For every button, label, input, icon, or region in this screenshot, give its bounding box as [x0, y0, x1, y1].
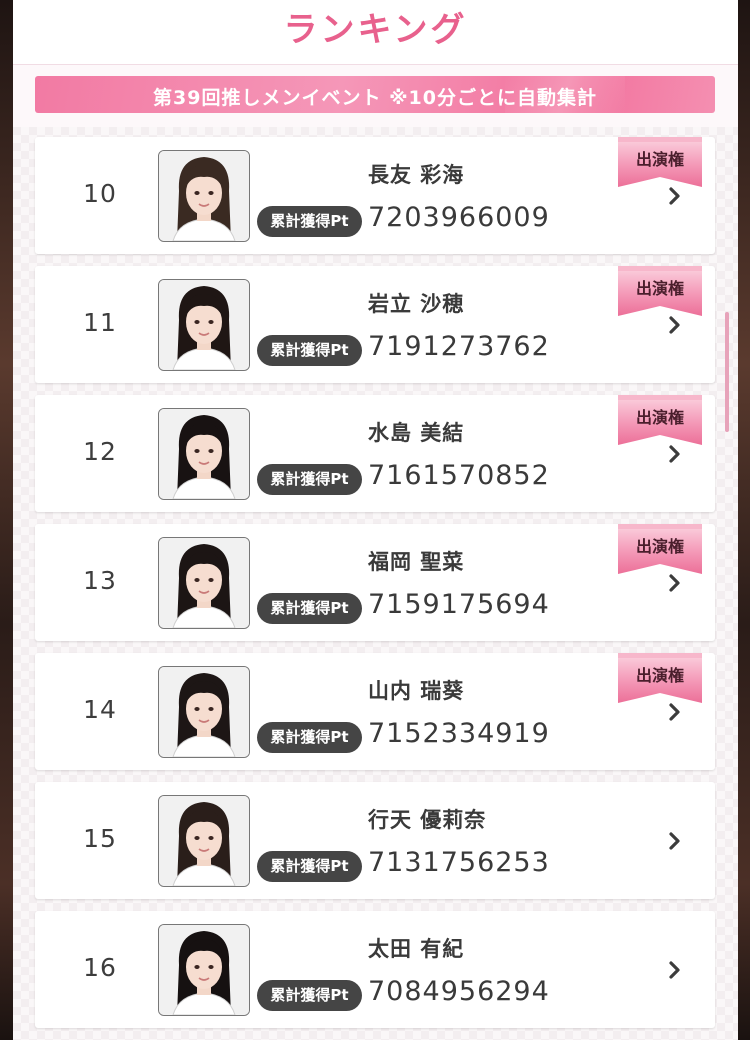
- scrollbar[interactable]: [725, 312, 729, 432]
- cumulative-points-badge: 累計獲得Pt: [257, 722, 362, 753]
- ranking-row[interactable]: 16 累計獲得Pt 太田 有紀 7084956294: [35, 911, 715, 1028]
- points-value: 7131756253: [368, 847, 550, 878]
- member-avatar: [158, 666, 250, 758]
- ribbon-label: 出演権: [635, 408, 684, 427]
- rank-number: 11: [83, 308, 117, 337]
- ranking-row[interactable]: 11 累計獲得Pt 岩立 沙穂 7191273762 出演権: [35, 266, 715, 383]
- member-name: 水島 美結: [368, 421, 465, 445]
- rank-number: 15: [83, 824, 117, 853]
- points-value: 7159175694: [368, 589, 550, 620]
- background-right-edge: [736, 0, 750, 1040]
- cumulative-points-badge: 累計獲得Pt: [257, 464, 362, 495]
- cumulative-points-badge: 累計獲得Pt: [257, 980, 362, 1011]
- member-name: 行天 優莉奈: [368, 808, 487, 832]
- ranking-row[interactable]: 14 累計獲得Pt 山内 瑞葵 7152334919 出演権: [35, 653, 715, 770]
- member-name: 岩立 沙穂: [368, 292, 465, 316]
- cumulative-points-badge: 累計獲得Pt: [257, 593, 362, 624]
- points-value: 7084956294: [368, 976, 550, 1007]
- rank-number: 12: [83, 437, 117, 466]
- ribbon-label: 出演権: [635, 279, 684, 298]
- member-avatar: [158, 924, 250, 1016]
- ranking-row[interactable]: 10 累計獲得Pt 長友 彩海 7203966009 出演権: [35, 137, 715, 254]
- appearance-right-ribbon: 出演権: [616, 137, 704, 189]
- cumulative-points-badge: 累計獲得Pt: [257, 335, 362, 366]
- chevron-right-icon[interactable]: [665, 829, 685, 853]
- member-avatar: [158, 537, 250, 629]
- modal-header: ランキング: [13, 0, 738, 65]
- member-avatar: [158, 408, 250, 500]
- ranking-row[interactable]: 15 累計獲得Pt 行天 優莉奈 7131756253: [35, 782, 715, 899]
- appearance-right-ribbon: 出演権: [616, 524, 704, 576]
- background-left-edge: [0, 0, 14, 1040]
- cumulative-points-badge: 累計獲得Pt: [257, 206, 362, 237]
- member-avatar: [158, 150, 250, 242]
- ribbon-label: 出演権: [635, 537, 684, 556]
- appearance-right-ribbon: 出演権: [616, 266, 704, 318]
- points-value: 7161570852: [368, 460, 550, 491]
- rank-number: 10: [83, 179, 117, 208]
- member-avatar: [158, 795, 250, 887]
- appearance-right-ribbon: 出演権: [616, 653, 704, 705]
- ranking-row[interactable]: 12 累計獲得Pt 水島 美結 7161570852 出演権: [35, 395, 715, 512]
- chevron-right-icon[interactable]: [665, 958, 685, 982]
- rank-number: 13: [83, 566, 117, 595]
- rank-number: 14: [83, 695, 117, 724]
- member-name: 山内 瑞葵: [368, 679, 465, 703]
- member-avatar: [158, 279, 250, 371]
- page-title: ランキング: [283, 10, 468, 50]
- rank-number: 16: [83, 953, 117, 982]
- member-name: 福岡 聖菜: [368, 550, 465, 574]
- points-value: 7191273762: [368, 331, 550, 362]
- event-banner-text: 第39回推しメンイベント ※10分ごとに自動集計: [153, 87, 597, 109]
- event-banner-area: 第39回推しメンイベント ※10分ごとに自動集計: [13, 65, 738, 127]
- ribbon-label: 出演権: [635, 666, 684, 685]
- points-value: 7203966009: [368, 202, 550, 233]
- event-banner: 第39回推しメンイベント ※10分ごとに自動集計: [35, 76, 715, 113]
- ranking-modal: ランキング 第39回推しメンイベント ※10分ごとに自動集計 10 累計獲得Pt…: [13, 0, 738, 1040]
- member-name: 長友 彩海: [368, 163, 465, 187]
- member-name: 太田 有紀: [368, 937, 465, 961]
- cumulative-points-badge: 累計獲得Pt: [257, 851, 362, 882]
- ribbon-label: 出演権: [635, 150, 684, 169]
- ranking-list[interactable]: 10 累計獲得Pt 長友 彩海 7203966009 出演権 11 累計獲得Pt…: [13, 127, 738, 1040]
- appearance-right-ribbon: 出演権: [616, 395, 704, 447]
- ranking-row[interactable]: 13 累計獲得Pt 福岡 聖菜 7159175694 出演権: [35, 524, 715, 641]
- points-value: 7152334919: [368, 718, 550, 749]
